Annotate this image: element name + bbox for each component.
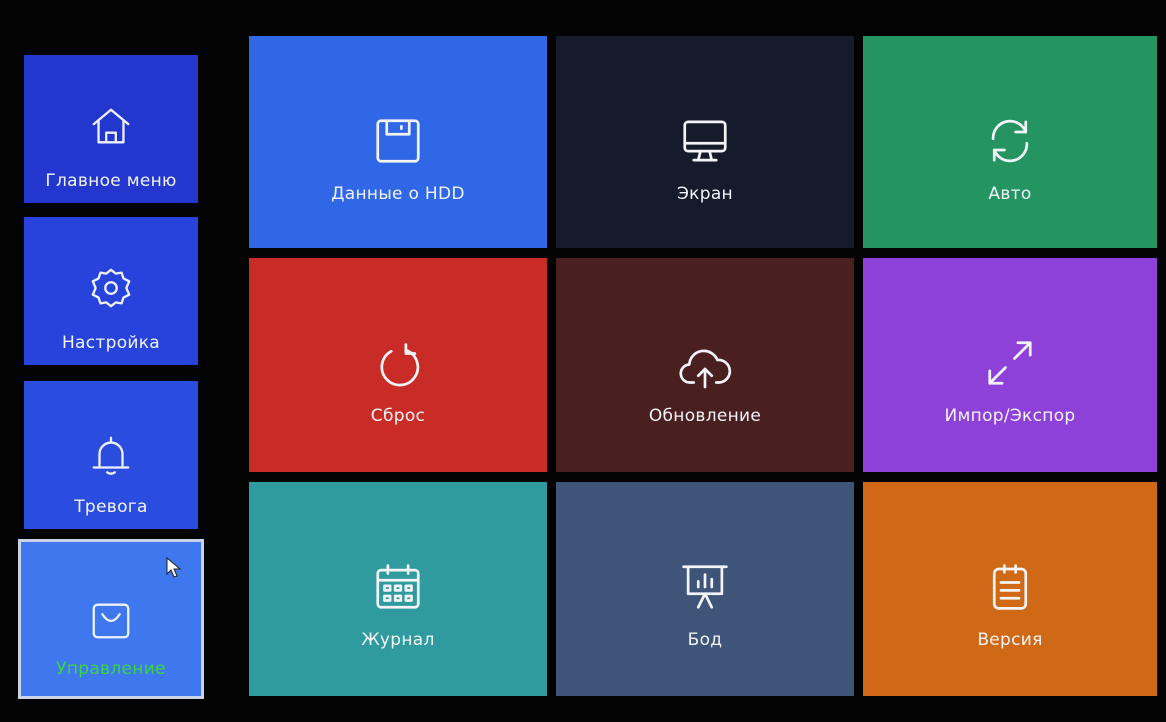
tile-label: Импор/Экспор xyxy=(944,406,1076,426)
monitor-icon xyxy=(678,114,732,168)
tile-label: Экран xyxy=(677,184,733,204)
notepad-icon xyxy=(983,560,1037,614)
sidebar-item-settings[interactable]: Настройка xyxy=(24,217,198,365)
floppy-disk-icon xyxy=(371,114,425,168)
mouse-cursor-icon xyxy=(166,556,182,579)
home-icon xyxy=(88,103,134,149)
tile-label: Сброс xyxy=(370,406,426,426)
sidebar-item-label: Тревога xyxy=(74,497,148,517)
restart-icon xyxy=(371,340,425,394)
tile-label: Бод xyxy=(687,630,723,650)
sync-icon xyxy=(983,114,1037,168)
tile-auto[interactable]: Авто xyxy=(863,36,1157,248)
tile-import-export[interactable]: Импор/Экспор xyxy=(863,258,1157,472)
expand-arrows-icon xyxy=(983,336,1037,390)
cloud-upload-icon xyxy=(678,342,732,396)
sidebar-item-label: Настройка xyxy=(61,333,161,353)
sidebar-item-label: Главное меню xyxy=(45,171,177,191)
sidebar-item-main-menu[interactable]: Главное меню xyxy=(24,55,198,203)
sidebar-item-alarm[interactable]: Тревога xyxy=(24,381,198,529)
tile-label: Версия xyxy=(977,630,1043,650)
sidebar-item-label: Управление xyxy=(56,659,166,679)
screen: Главное меню Настройка Тревога Управлени… xyxy=(0,0,1166,722)
presentation-chart-icon xyxy=(678,560,732,614)
tile-label: Журнал xyxy=(361,630,435,650)
tile-label: Авто xyxy=(988,184,1032,204)
settings-icon xyxy=(88,265,134,311)
calendar-icon xyxy=(371,560,425,614)
tile-baud[interactable]: Бод xyxy=(556,482,854,696)
tile-version[interactable]: Версия xyxy=(863,482,1157,696)
tile-reset[interactable]: Сброс xyxy=(249,258,547,472)
tile-hdd-info[interactable]: Данные о HDD xyxy=(249,36,547,248)
tile-update[interactable]: Обновление xyxy=(556,258,854,472)
tile-log[interactable]: Журнал xyxy=(249,482,547,696)
shopping-bag-icon xyxy=(88,597,134,643)
bell-icon xyxy=(88,433,134,479)
tile-label: Обновление xyxy=(648,406,762,426)
tile-label: Данные о HDD xyxy=(331,184,465,204)
tile-display[interactable]: Экран xyxy=(556,36,854,248)
